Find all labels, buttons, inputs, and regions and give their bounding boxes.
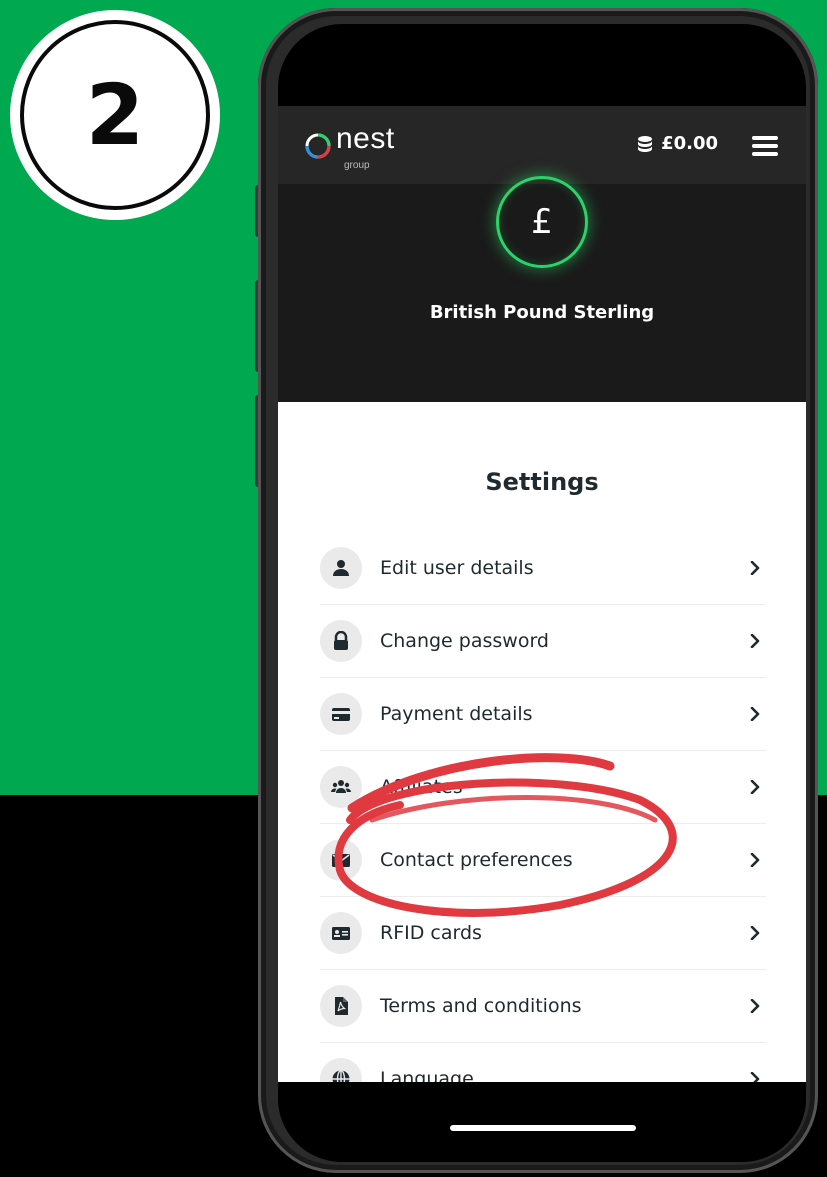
currency-symbol-circle: £ [496,176,588,268]
hamburger-menu-icon[interactable] [752,136,778,156]
settings-item-edit-user-details[interactable]: Edit user details [320,532,766,605]
credit-card-icon [320,693,362,735]
chevron-right-icon [750,926,760,940]
nest-logo[interactable]: nest group [304,122,395,171]
home-indicator-area [278,1082,806,1162]
settings-item-terms-and-conditions[interactable]: Terms and conditions [320,970,766,1043]
settings-item-label: Edit user details [380,557,534,579]
settings-item-label: Change password [380,630,549,652]
chevron-right-icon [750,561,760,575]
lock-icon [320,620,362,662]
phone-notch [443,24,643,58]
logo-text: nest [336,122,395,155]
settings-item-label: RFID cards [380,922,482,944]
phone-screen: nest group £0.00 £ British Pound Sterlin… [278,24,806,1162]
settings-item-rfid-cards[interactable]: RFID cards [320,897,766,970]
app-header: nest group £0.00 [278,106,806,184]
currency-name: British Pound Sterling [429,302,655,323]
logo-subtext: group [344,160,370,171]
chevron-right-icon [750,780,760,794]
id-card-icon [320,912,362,954]
coins-icon [638,135,653,152]
settings-item-change-password[interactable]: Change password [320,605,766,678]
step-number: 2 [20,20,210,210]
settings-item-affiliates[interactable]: Affiliates [320,751,766,824]
chevron-right-icon [750,707,760,721]
settings-item-label: Contact preferences [380,849,573,871]
home-indicator-bar[interactable] [450,1125,636,1131]
settings-title: Settings [485,468,599,496]
user-icon [320,547,362,589]
pdf-file-icon [320,985,362,1027]
users-group-icon [320,766,362,808]
settings-item-contact-preferences[interactable]: Contact preferences [320,824,766,897]
wallet-balance[interactable]: £0.00 [635,133,718,154]
settings-panel: Settings Edit user details Change passwo… [278,402,806,1100]
settings-item-payment-details[interactable]: Payment details [320,678,766,751]
logo-ring-icon [305,133,331,159]
settings-item-label: Payment details [380,703,533,725]
settings-list: Edit user details Change password Paymen… [320,532,766,1115]
envelope-icon [320,839,362,881]
step-number-badge: 2 [10,10,220,220]
chevron-right-icon [750,999,760,1013]
chevron-right-icon [750,634,760,648]
settings-item-label: Terms and conditions [380,995,582,1017]
balance-amount: £0.00 [661,133,718,154]
currency-panel: £ British Pound Sterling [278,176,806,402]
chevron-right-icon [750,853,760,867]
settings-item-label: Affiliates [380,776,463,798]
